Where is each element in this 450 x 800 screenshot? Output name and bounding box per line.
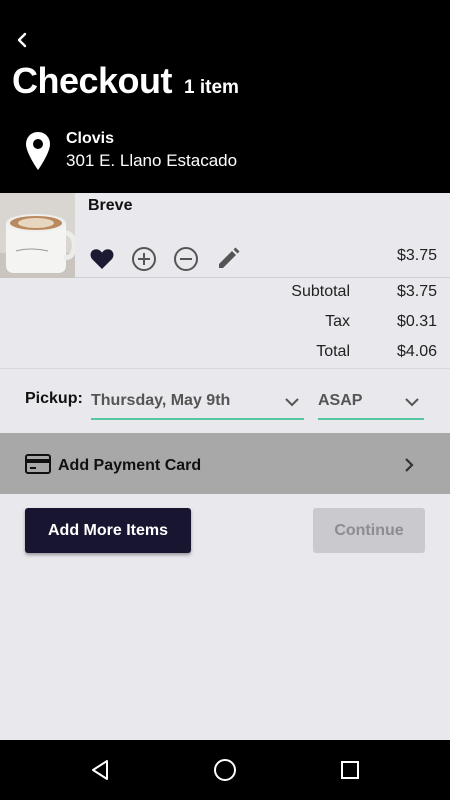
store-location[interactable]: Clovis 301 E. Llano Estacado — [24, 128, 237, 174]
add-more-items-button[interactable]: Add More Items — [25, 508, 191, 553]
pickup-section: Pickup: Thursday, May 9th ASAP — [0, 370, 450, 433]
subtotal-row: Subtotal $3.75 — [200, 283, 437, 301]
total-label: Total — [316, 343, 350, 360]
location-address: 301 E. Llano Estacado — [66, 150, 238, 170]
tax-row: Tax $0.31 — [200, 313, 437, 331]
add-payment-card-label: Add Payment Card — [58, 457, 202, 474]
nav-back-icon — [92, 760, 108, 780]
page-title: Checkout — [12, 60, 173, 101]
subtotal-value: $3.75 — [396, 283, 437, 300]
order-totals: Subtotal $3.75 Tax $0.31 Total $4.06 — [0, 279, 450, 369]
item-actions — [88, 245, 256, 273]
back-button[interactable] — [10, 28, 34, 52]
edit-item-button[interactable] — [214, 245, 242, 273]
pickup-label: Pickup: — [25, 390, 83, 407]
nav-back-button[interactable] — [85, 755, 115, 785]
nav-recents-icon — [341, 761, 359, 779]
tax-value: $0.31 — [396, 313, 437, 330]
credit-card-icon — [25, 454, 51, 474]
location-name: Clovis — [66, 130, 115, 147]
back-arrow-icon — [17, 32, 27, 48]
item-price: $3.75 — [396, 247, 437, 264]
pickup-time-value: ASAP — [318, 392, 363, 409]
header: Checkout 1 item Clovis 301 E. Llano Esta… — [0, 0, 450, 193]
system-nav-bar — [0, 740, 450, 800]
minus-circle-icon — [174, 247, 198, 271]
item-image — [0, 193, 75, 278]
subtotal-label: Subtotal — [291, 283, 350, 300]
chevron-right-icon — [405, 458, 414, 472]
pickup-date-select[interactable]: Thursday, May 9th — [91, 384, 304, 420]
add-payment-card-row[interactable]: Add Payment Card — [0, 433, 450, 494]
pencil-icon — [219, 247, 240, 268]
title-row: Checkout 1 item — [12, 60, 239, 102]
plus-circle-icon — [132, 247, 156, 271]
item-count: 1 item — [184, 77, 239, 98]
total-value: $4.06 — [396, 343, 437, 360]
nav-home-button[interactable] — [210, 755, 240, 785]
favorite-button[interactable] — [88, 245, 116, 273]
nav-recents-button[interactable] — [335, 755, 365, 785]
increase-quantity-button[interactable] — [130, 245, 158, 273]
item-name: Breve — [88, 197, 133, 214]
continue-button[interactable]: Continue — [313, 508, 425, 553]
pickup-time-select[interactable]: ASAP — [318, 384, 424, 420]
tax-label: Tax — [325, 313, 350, 330]
chevron-down-icon — [405, 398, 419, 407]
total-row: Total $4.06 — [200, 343, 437, 361]
location-text: Clovis 301 E. Llano Estacado — [66, 128, 237, 173]
decrease-quantity-button[interactable] — [172, 245, 200, 273]
heart-icon — [90, 249, 114, 269]
location-pin-icon — [26, 132, 50, 170]
pickup-date-value: Thursday, May 9th — [91, 392, 231, 409]
nav-home-icon — [214, 759, 236, 781]
chevron-down-icon — [285, 398, 299, 407]
cart-item: Breve $3.75 — [0, 193, 450, 278]
